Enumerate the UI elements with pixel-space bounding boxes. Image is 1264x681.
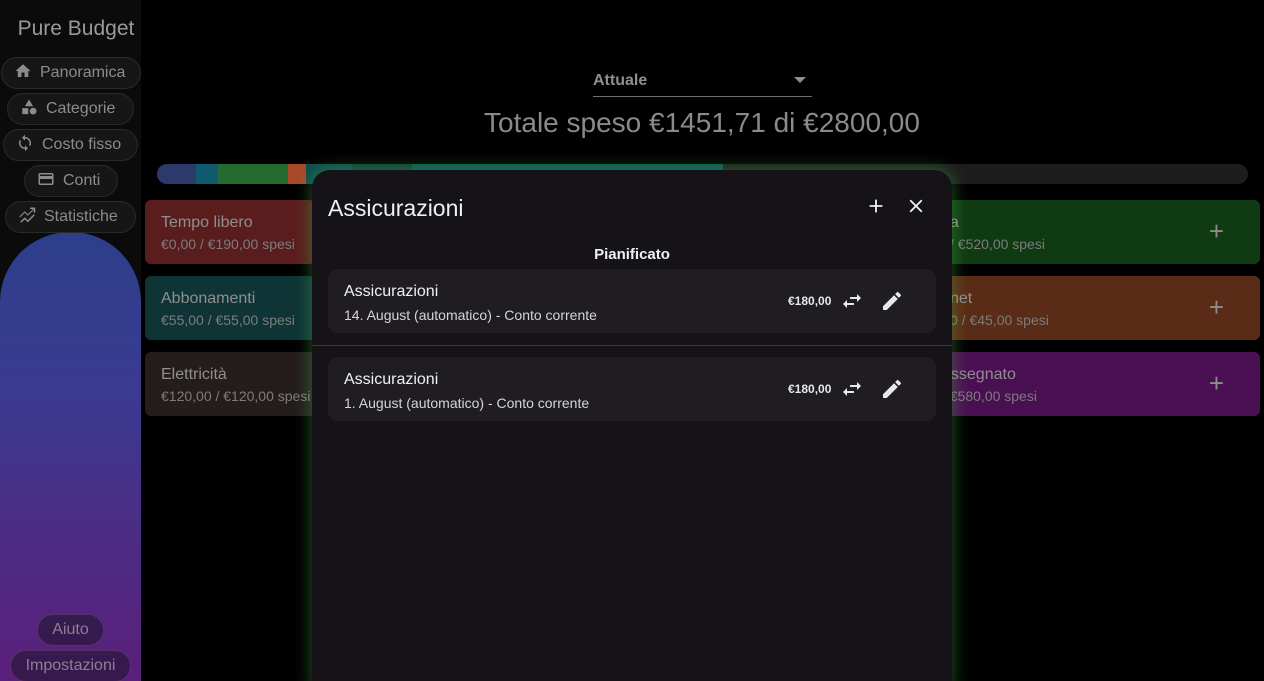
category-card[interactable]: Tempo libero €0,00 / €190,00 spesi — [145, 200, 315, 264]
entry-detail: 14. August (automatico) - Conto corrente — [344, 307, 597, 323]
category-name: Tempo libero — [161, 214, 253, 231]
entry-amount: €180,00 — [788, 382, 832, 396]
sync-icon — [16, 134, 34, 157]
sidebar-item-conti[interactable]: Conti — [24, 165, 118, 197]
category-name: net — [950, 290, 973, 307]
add-icon[interactable]: + — [1209, 294, 1224, 320]
planned-entry[interactable]: Assicurazioni 14. August (automatico) - … — [328, 269, 936, 333]
sidebar-item-costo-fisso[interactable]: Costo fisso — [3, 129, 138, 161]
divider — [312, 345, 952, 346]
category-value: €55,00 / €55,00 spesi — [161, 312, 295, 328]
help-label: Aiuto — [52, 621, 89, 638]
modal-title: Assicurazioni — [328, 195, 464, 221]
app-title: Pure Budget — [17, 17, 135, 40]
close-button[interactable] — [902, 192, 930, 220]
chart-icon — [18, 206, 36, 229]
chevron-down-icon — [794, 77, 806, 83]
home-icon — [14, 62, 32, 85]
category-value: / €520,00 spesi — [950, 236, 1045, 252]
settings-button[interactable]: Impostazioni — [10, 650, 131, 681]
sidebar-item-panoramica[interactable]: Panoramica — [1, 57, 141, 89]
wallet-icon — [37, 170, 55, 193]
sidebar-item-label: Categorie — [46, 100, 116, 117]
sidebar-item-label: Conti — [63, 172, 101, 189]
category-card[interactable]: Abbonamenti €55,00 / €55,00 spesi — [145, 276, 315, 340]
progress-segment — [218, 164, 288, 184]
add-button[interactable] — [862, 192, 890, 220]
sidebar-item-label: Panoramica — [40, 64, 126, 81]
entry-name: Assicurazioni — [344, 371, 439, 388]
progress-segment — [157, 164, 196, 184]
category-name: a — [950, 214, 959, 231]
settings-label: Impostazioni — [25, 657, 116, 674]
category-name: Elettricità — [161, 366, 227, 383]
sidebar-item-label: Statistiche — [44, 208, 118, 225]
progress-segment — [196, 164, 218, 184]
sidebar-item-categorie[interactable]: Categorie — [7, 93, 134, 125]
total-spent-text: Totale speso €1451,71 di €2800,00 — [484, 107, 920, 138]
section-label-planned: Pianificato — [594, 246, 670, 263]
close-icon — [909, 199, 923, 213]
help-button[interactable]: Aiuto — [37, 614, 104, 646]
category-card[interactable]: Elettricità €120,00 / €120,00 spesi — [145, 352, 315, 416]
entry-detail: 1. August (automatico) - Conto corrente — [344, 395, 590, 411]
category-value: €0,00 / €190,00 spesi — [161, 236, 295, 252]
period-select[interactable]: Attuale — [593, 66, 812, 97]
add-icon[interactable]: + — [1209, 370, 1224, 396]
category-value: €120,00 / €120,00 spesi — [161, 388, 311, 404]
planned-entry[interactable]: Assicurazioni 1. August (automatico) - C… — [328, 357, 936, 421]
entry-name: Assicurazioni — [344, 283, 439, 300]
progress-segment — [288, 164, 306, 184]
swap-icon[interactable] — [840, 289, 864, 313]
category-name: Abbonamenti — [161, 290, 256, 307]
category-value: 0 / €45,00 spesi — [950, 312, 1049, 328]
period-select-value: Attuale — [593, 72, 648, 89]
edit-icon[interactable] — [880, 289, 904, 313]
plus-icon — [869, 199, 883, 213]
sidebar-item-label: Costo fisso — [42, 136, 122, 153]
sidebar-item-statistiche[interactable]: Statistiche — [5, 201, 136, 233]
edit-icon[interactable] — [880, 377, 904, 401]
add-icon[interactable]: + — [1209, 218, 1224, 244]
swap-icon[interactable] — [840, 377, 864, 401]
shapes-icon — [20, 98, 38, 121]
category-name: assegnato — [942, 366, 1016, 383]
category-card[interactable]: net 0 / €45,00 spesi + — [930, 276, 1260, 340]
sidebar: Pure Budget Panoramica Categorie Costo f… — [0, 0, 141, 681]
category-card[interactable]: assegnato / €580,00 spesi + — [930, 352, 1260, 416]
entry-amount: €180,00 — [788, 294, 832, 308]
category-detail-modal: Assicurazioni Pianificato Assicurazioni … — [312, 170, 952, 681]
category-value: / €580,00 spesi — [942, 388, 1037, 404]
category-card[interactable]: a / €520,00 spesi + — [930, 200, 1260, 264]
